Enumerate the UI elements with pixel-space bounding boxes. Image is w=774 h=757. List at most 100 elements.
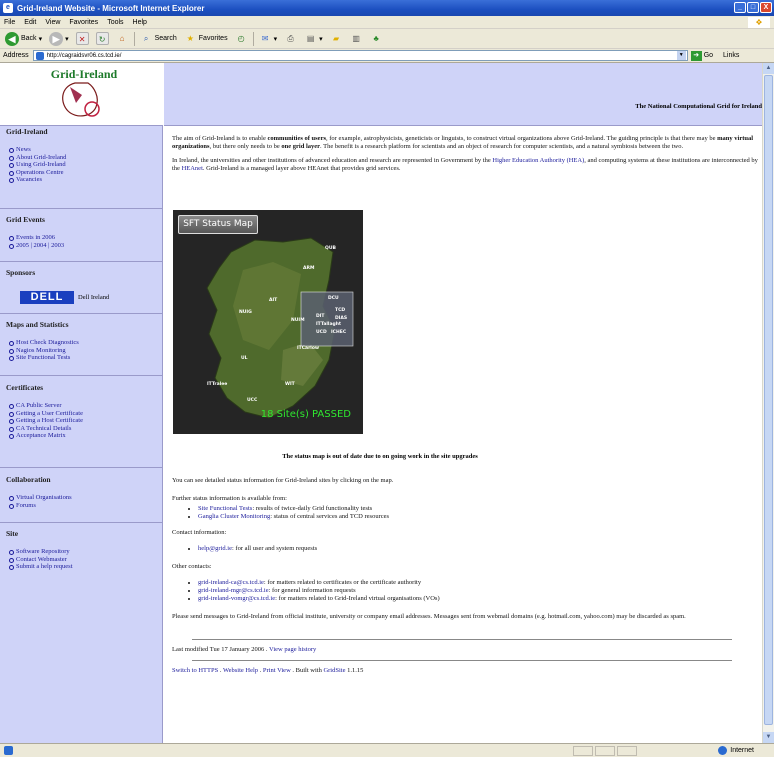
folder-button[interactable]: ▰ (328, 31, 345, 47)
site-label: DIT (316, 314, 325, 319)
https-link[interactable]: Switch to HTTPS (172, 667, 218, 674)
sidebar-item-about[interactable]: About Grid-Ireland (6, 154, 156, 162)
ganglia-link[interactable]: Ganglia Cluster Monitoring (198, 513, 270, 520)
edit-button[interactable]: ▤ ▾ (302, 31, 325, 47)
search-label: Search (154, 35, 177, 42)
messenger-button[interactable]: ♣ (368, 31, 385, 47)
minimize-button[interactable]: _ (734, 2, 746, 13)
sidebar-item-software[interactable]: Software Repository (6, 548, 156, 556)
address-dropdown-icon[interactable]: ▼ (676, 51, 686, 60)
section-title: Sponsors (6, 268, 36, 277)
history-button[interactable]: ◴ (233, 31, 250, 47)
logo-area: Grid-Ireland (0, 63, 163, 126)
menu-help[interactable]: Help (133, 19, 147, 26)
chevron-down-icon: ▾ (273, 35, 278, 43)
svg-text:Grid-Ireland: Grid-Ireland (51, 67, 118, 81)
address-input[interactable]: http://cagraidsvr06.cs.tcd.ie/ ▼ (32, 50, 688, 61)
sidebar-item-help-request[interactable]: Submit a help request (6, 563, 156, 571)
refresh-button[interactable]: ↻ (94, 31, 111, 47)
scroll-down-icon[interactable]: ▼ (763, 732, 774, 743)
heanet-link[interactable]: HEAnet (182, 165, 203, 172)
sidebar-item-host-cert[interactable]: Getting a Host Certificate (6, 417, 156, 425)
dell-sponsor[interactable]: DELL Dell Ireland (20, 291, 109, 304)
links-button[interactable]: Links (723, 52, 739, 59)
sidebar-item-news[interactable]: News (6, 146, 156, 154)
site-label: UCC (247, 398, 258, 403)
help-email-link[interactable]: help@grid.ie (198, 545, 232, 552)
menu-tools[interactable]: Tools (107, 19, 123, 26)
sidebar-item-forums[interactable]: Forums (6, 502, 156, 510)
close-button[interactable]: X (760, 2, 772, 13)
list-item: help@grid.ie: for all user and system re… (198, 545, 758, 553)
go-arrow-icon: ➜ (690, 50, 702, 61)
scroll-up-icon[interactable]: ▲ (763, 63, 774, 74)
menu-file[interactable]: File (4, 19, 15, 26)
messenger-icon: ♣ (373, 34, 379, 43)
menu-favorites[interactable]: Favorites (69, 19, 98, 26)
sidebar-item-user-cert[interactable]: Getting a User Certificate (6, 410, 156, 418)
sidebar-item-using[interactable]: Using Grid-Ireland (6, 161, 156, 169)
print-button[interactable]: ⎙ (282, 31, 299, 47)
map-caption: The status map is out of date due to on … (282, 453, 478, 460)
site-label: NUIG (239, 310, 252, 315)
site-label: ITTralee (207, 382, 228, 387)
window-title: Grid-Ireland Website - Microsoft Interne… (17, 3, 205, 13)
go-label: Go (703, 52, 714, 59)
sidebar-item-acceptance[interactable]: Acceptance Matrix (6, 432, 156, 440)
section-title: Site (6, 529, 19, 538)
website-help-link[interactable]: Website Help (223, 667, 258, 674)
divider (0, 467, 163, 468)
list-item: Site Functional Tests: results of twice-… (198, 505, 758, 513)
sidebar-section-site: Site Software Repository Contact Webmast… (6, 529, 156, 571)
divider (0, 261, 163, 262)
hea-link[interactable]: Higher Education Authority (HEA) (492, 157, 584, 164)
back-button[interactable]: ◀ Back ▾ (3, 31, 44, 47)
scroll-thumb[interactable] (764, 75, 773, 725)
sidebar-section-grid-events: Grid Events Events in 2006 2005 | 2004 |… (6, 215, 156, 249)
sft-status-map[interactable]: SFT Status Map QUB ARM NUIG AIT NUIM DCU… (173, 210, 363, 434)
sidebar-item-events-archive[interactable]: 2005 | 2004 | 2003 (6, 242, 156, 250)
sidebar-item-operations[interactable]: Operations Centre (6, 169, 156, 177)
gridsite-link[interactable]: GridSite (323, 667, 345, 674)
sidebar-item-ca-server[interactable]: CA Public Server (6, 402, 156, 410)
sidebar-item-events-2006[interactable]: Events in 2006 (6, 234, 156, 242)
menu-view[interactable]: View (45, 19, 60, 26)
divider (0, 208, 163, 209)
sidebar-item-vos[interactable]: Virtual Organisations (6, 494, 156, 502)
stop-button[interactable]: ✕ (74, 31, 91, 47)
search-button[interactable]: ⌕ Search (138, 31, 179, 47)
sidebar-item-sft[interactable]: Site Functional Tests (6, 354, 156, 362)
sft-link[interactable]: Site Functional Tests (198, 505, 252, 512)
intro-paragraph: The aim of Grid-Ireland is to enable com… (172, 135, 754, 150)
sidebar-section-sponsors: Sponsors (6, 268, 156, 277)
section-title: Grid-Ireland (6, 127, 48, 136)
window-titlebar: e Grid-Ireland Website - Microsoft Inter… (0, 0, 774, 16)
menu-edit[interactable]: Edit (24, 19, 36, 26)
globe-icon (718, 746, 728, 755)
site-label: WIT (285, 382, 295, 387)
sidebar-item-webmaster[interactable]: Contact Webmaster (6, 556, 156, 564)
last-modified: Last modified Tue 17 January 2006 . View… (172, 646, 317, 653)
go-button[interactable]: ➜ Go (690, 50, 714, 61)
favorites-button[interactable]: ★ Favorites (182, 31, 230, 47)
sidebar-item-vacancies[interactable]: Vacancies (6, 176, 156, 184)
vertical-scrollbar[interactable]: ▲ ▼ (762, 63, 774, 743)
further-info: Further status information is available … (172, 495, 287, 502)
forward-button[interactable]: ▶ ▾ (47, 31, 71, 47)
mgr-email-link[interactable]: grid-ireland-mgr@cs.tcd.ie (198, 587, 269, 594)
sidebar-item-nagios[interactable]: Nagios Monitoring (6, 347, 156, 355)
home-button[interactable]: ⌂ (114, 31, 131, 47)
history-icon: ◴ (237, 34, 245, 43)
vomgr-email-link[interactable]: grid-ireland-vomgr@cs.tcd.ie (198, 595, 275, 602)
home-icon: ⌂ (119, 34, 125, 43)
research-button[interactable]: ▥ (348, 31, 365, 47)
page-history-link[interactable]: View page history (269, 646, 316, 653)
sidebar-item-host-check[interactable]: Host Check Diagnostics (6, 339, 156, 347)
site-label: UCD (316, 330, 327, 335)
maximize-button[interactable]: □ (747, 2, 759, 13)
mail-button[interactable]: ✉ ▾ (257, 31, 280, 47)
ca-email-link[interactable]: grid-ireland-ca@cs.tcd.ie (198, 579, 264, 586)
sidebar-item-ca-details[interactable]: CA Technical Details (6, 425, 156, 433)
print-view-link[interactable]: Print View (263, 667, 291, 674)
grid-ireland-logo[interactable]: Grid-Ireland (30, 65, 140, 123)
